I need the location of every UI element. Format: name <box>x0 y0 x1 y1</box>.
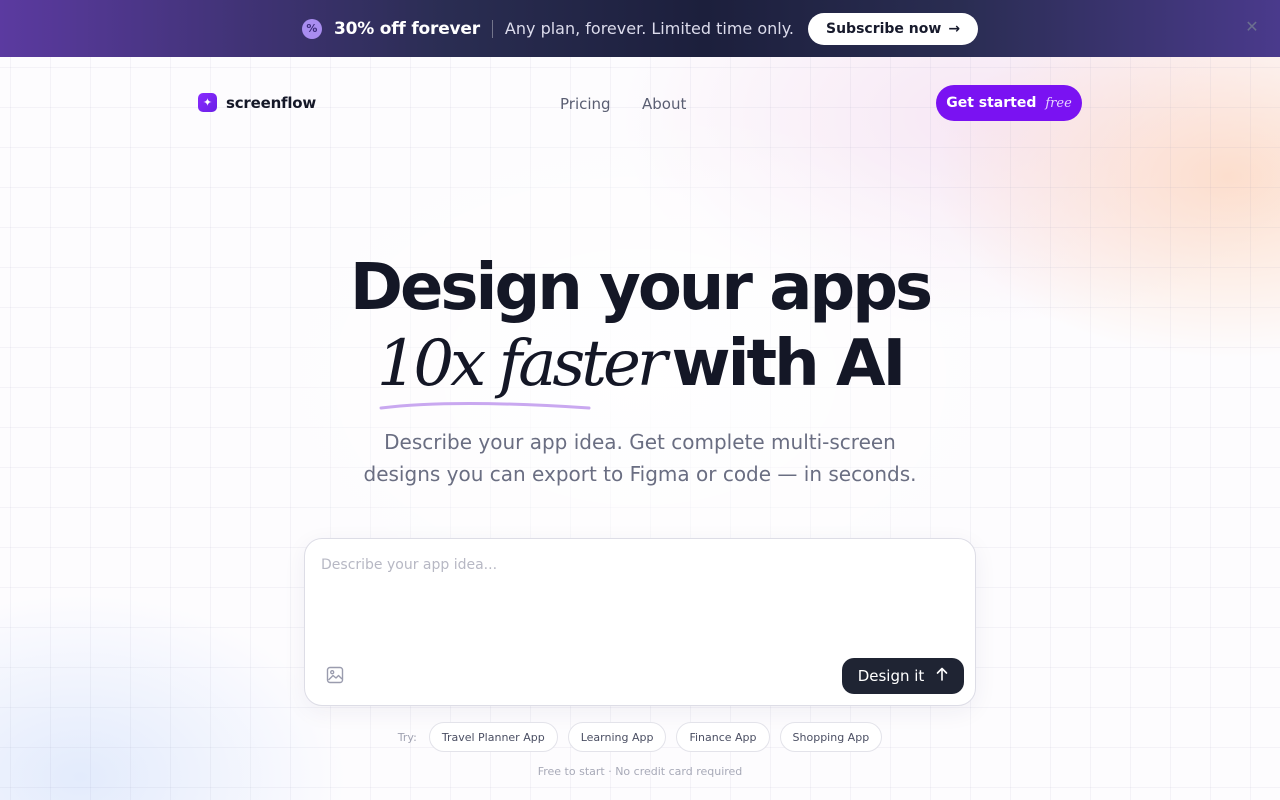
close-icon[interactable]: ✕ <box>1244 19 1260 35</box>
nav-link-about[interactable]: About <box>642 95 686 113</box>
hero-title-line2: 10x faster with AI <box>0 326 1280 410</box>
design-it-label: Design it <box>857 667 925 685</box>
hero-subtitle: Describe your app idea. Get complete mul… <box>363 430 917 486</box>
brand-name: screenflow <box>226 93 317 112</box>
free-badge: free <box>1045 95 1072 111</box>
suggestion-chip-shopping[interactable]: Shopping App <box>779 722 883 752</box>
get-started-button[interactable]: Get started free <box>936 85 1082 121</box>
prompt-box: Design it <box>304 538 976 706</box>
app-idea-input[interactable] <box>321 557 957 647</box>
arrow-up-icon <box>936 667 948 685</box>
get-started-label: Get started <box>946 95 1037 111</box>
top-nav: ✦ screenflow Pricing About Get started f… <box>0 57 1280 149</box>
suggestion-chip-finance[interactable]: Finance App <box>676 722 770 752</box>
arrow-right-icon: → <box>948 20 961 37</box>
design-it-button[interactable]: Design it <box>842 658 964 694</box>
sparkle-logo-icon: ✦ <box>198 93 217 112</box>
hero-title-highlight: 10x faster <box>377 326 667 410</box>
suggestion-chip-travel-planner[interactable]: Travel Planner App <box>428 722 558 752</box>
subscribe-now-button[interactable]: Subscribe now → <box>808 12 979 45</box>
subscribe-now-label: Subscribe now <box>826 20 942 37</box>
percent-badge-icon: % <box>301 18 322 39</box>
try-label: Try: <box>397 730 417 744</box>
hero-title-line1: Design your apps <box>349 251 933 325</box>
promo-title: 30% off forever <box>333 18 480 39</box>
suggestion-chip-learning[interactable]: Learning App <box>567 722 667 752</box>
brand-logo-link[interactable]: ✦ screenflow <box>198 93 316 112</box>
nav-link-pricing[interactable]: Pricing <box>560 95 611 113</box>
squiggle-underline-icon <box>379 402 591 410</box>
footnote: Free to start · No credit card required <box>537 765 743 778</box>
promo-banner: % 30% off forever Any plan, forever. Lim… <box>0 0 1280 57</box>
suggestion-row: Try: Travel Planner App Learning App Fin… <box>0 722 1280 752</box>
hero-title-rest: with AI <box>671 327 906 401</box>
promo-divider <box>491 19 493 38</box>
promo-text: Any plan, forever. Limited time only. <box>504 19 794 38</box>
image-upload-icon[interactable] <box>326 666 344 684</box>
